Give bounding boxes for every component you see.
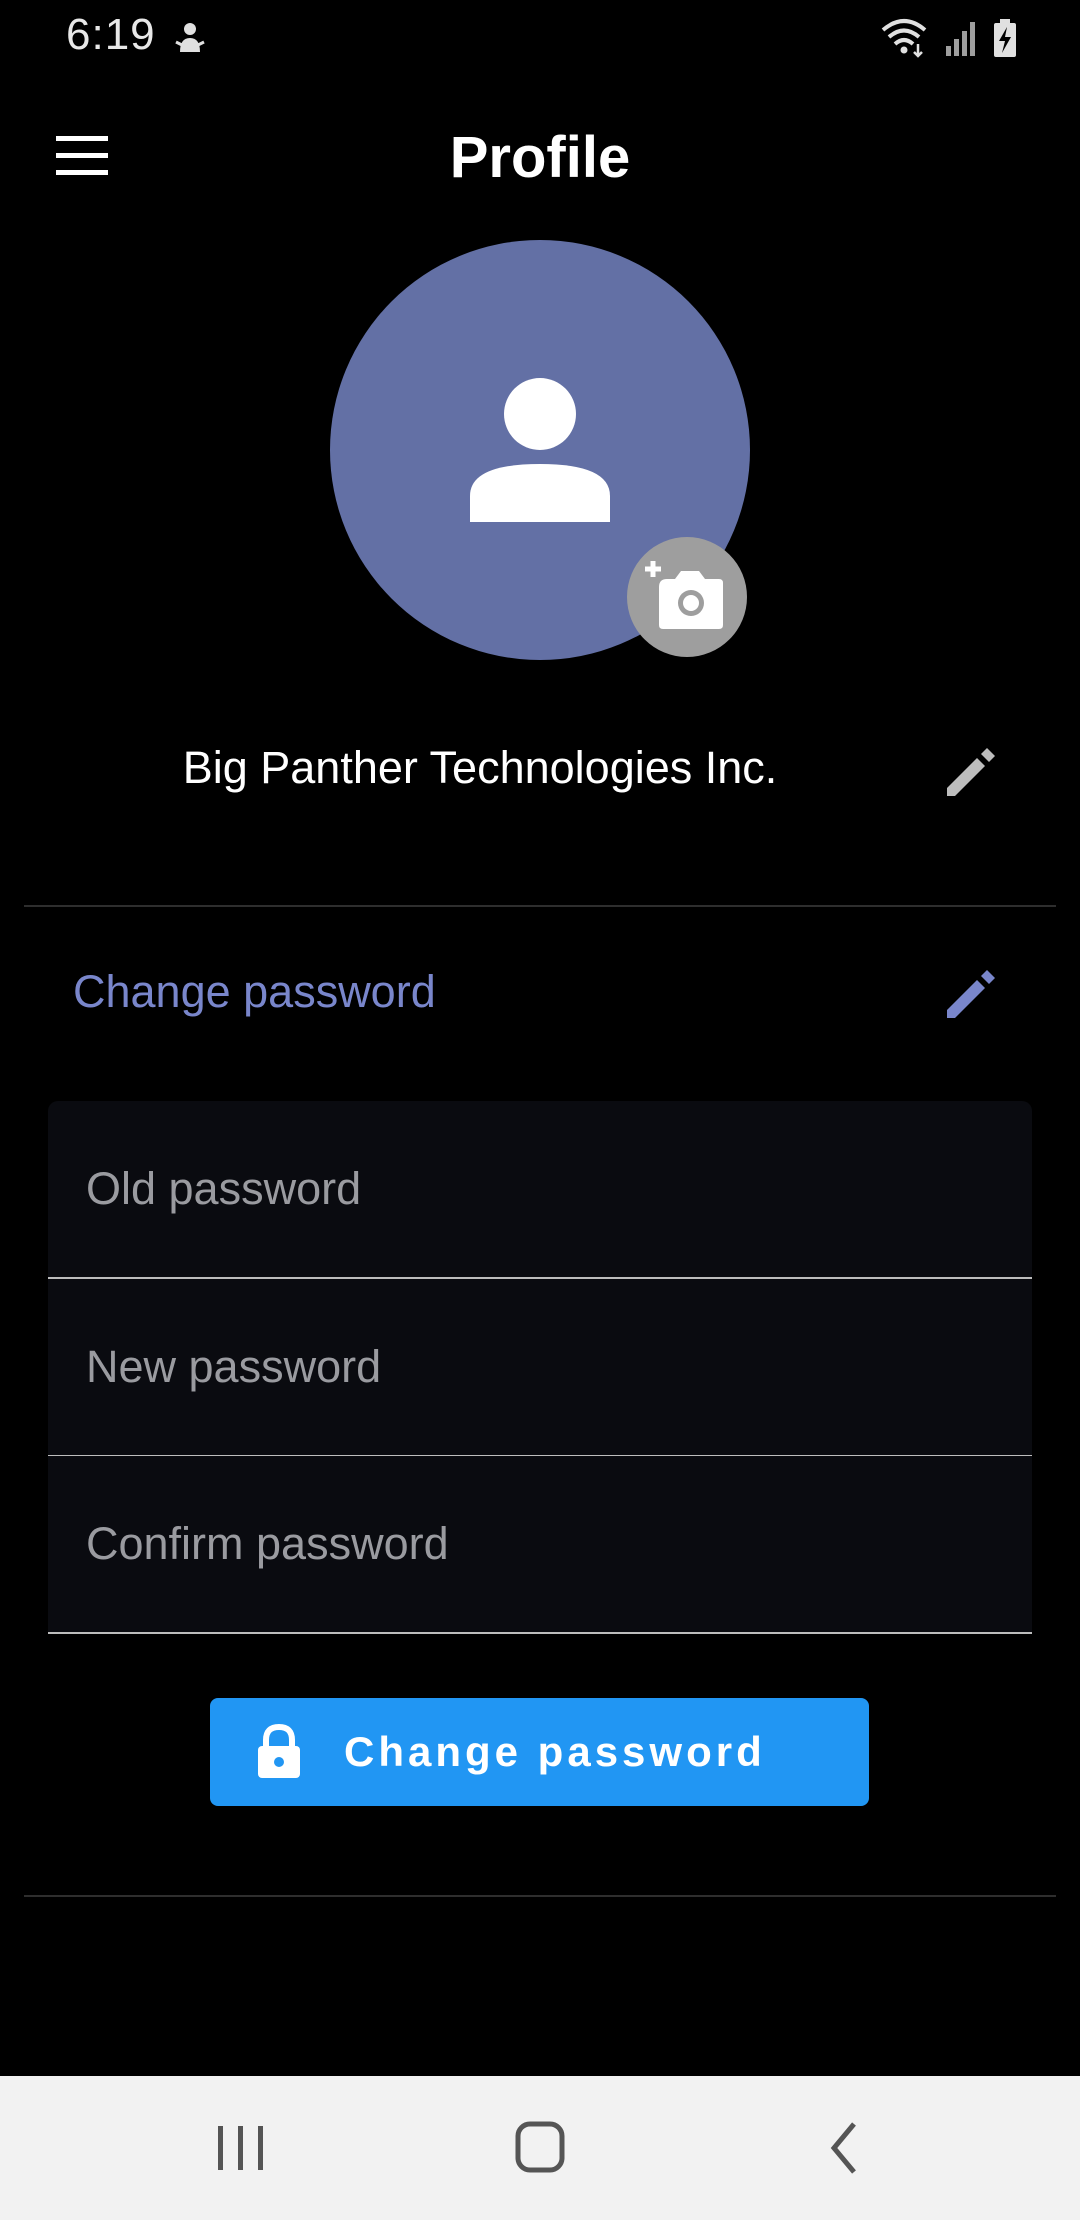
- battery-charging-icon: [992, 18, 1018, 58]
- add-photo-icon: [645, 561, 723, 629]
- home-button[interactable]: [500, 2116, 580, 2180]
- wifi-icon: [880, 18, 930, 58]
- pencil-icon: [947, 970, 995, 1018]
- page-title: Profile: [449, 125, 631, 190]
- change-password-button-label: Change password: [344, 1728, 766, 1775]
- lock-icon: [258, 1724, 300, 1778]
- confirm-password-field[interactable]: [48, 1456, 1032, 1632]
- pencil-icon: [947, 748, 995, 796]
- back-button[interactable]: [804, 2116, 884, 2180]
- old-password-field[interactable]: [48, 1101, 1032, 1277]
- change-photo-button[interactable]: [627, 537, 747, 657]
- notification-icon: [170, 18, 210, 58]
- new-password-field[interactable]: [48, 1279, 1032, 1455]
- recent-apps-icon: [218, 2126, 263, 2170]
- edit-password-button[interactable]: [935, 960, 1005, 1030]
- edit-name-button[interactable]: [935, 738, 1005, 808]
- change-password-header: Change password: [0, 950, 1080, 1040]
- profile-screen: 6:19 Profile Big Panther Technologies In…: [0, 0, 1080, 2220]
- back-icon: [830, 2122, 856, 2174]
- divider: [24, 1895, 1056, 1897]
- change-password-button[interactable]: Change password: [210, 1698, 869, 1806]
- home-icon: [515, 2121, 565, 2173]
- signal-icon: [944, 18, 978, 58]
- status-time: 6:19: [66, 10, 156, 59]
- new-password-field-container: [48, 1279, 1032, 1457]
- app-bar: Profile: [0, 76, 1080, 236]
- company-name-row: Big Panther Technologies Inc.: [0, 720, 1080, 820]
- old-password-field-container: [48, 1101, 1032, 1279]
- person-icon: [470, 378, 610, 522]
- company-name: Big Panther Technologies Inc.: [182, 742, 778, 793]
- confirm-password-field-container: [48, 1456, 1032, 1634]
- status-icons: [880, 16, 1018, 60]
- divider: [24, 905, 1056, 907]
- system-nav-bar: [0, 2076, 1080, 2220]
- change-password-title: Change password: [73, 966, 436, 1017]
- recent-apps-button[interactable]: [200, 2116, 280, 2180]
- status-bar: 6:19: [0, 0, 1080, 76]
